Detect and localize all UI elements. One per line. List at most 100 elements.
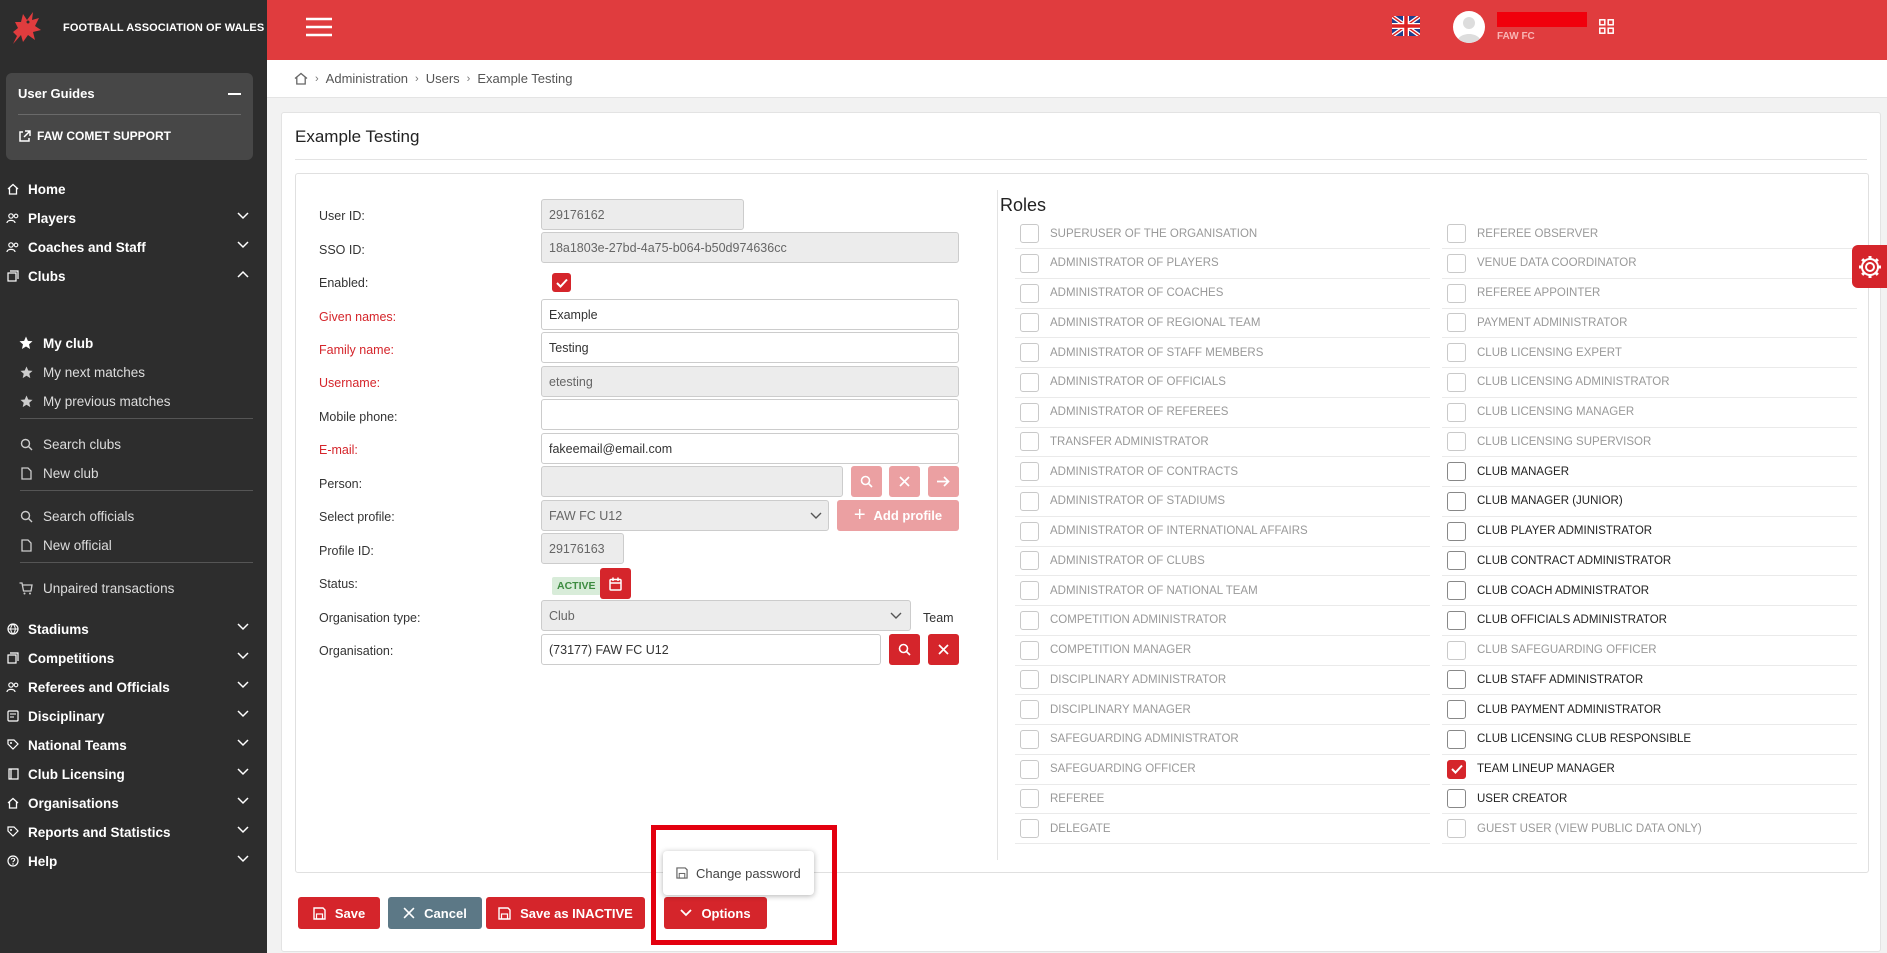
role-checkbox[interactable]: [1447, 521, 1466, 541]
role-row[interactable]: CLUB LICENSING MANAGER: [1442, 398, 1857, 428]
role-row[interactable]: ADMINISTRATOR OF INTERNATIONAL AFFAIRS: [1015, 517, 1430, 547]
role-row[interactable]: DISCIPLINARY ADMINISTRATOR: [1015, 665, 1430, 696]
role-row[interactable]: VENUE DATA COORDINATOR: [1442, 249, 1857, 279]
breadcrumb-users[interactable]: Users: [426, 71, 460, 86]
role-checkbox[interactable]: [1020, 402, 1039, 422]
hamburger-menu-icon[interactable]: [306, 17, 332, 37]
role-checkbox[interactable]: [1020, 253, 1039, 273]
role-checkbox[interactable]: [1447, 253, 1466, 273]
sidebar-sub-previous-matches[interactable]: My previous matches: [0, 386, 267, 416]
role-checkbox[interactable]: [1447, 343, 1466, 362]
role-row[interactable]: ADMINISTRATOR OF OFFICIALS: [1015, 368, 1430, 398]
role-row[interactable]: CLUB CONTRACT ADMINISTRATOR: [1442, 546, 1857, 577]
role-row[interactable]: COMPETITION MANAGER: [1015, 636, 1430, 666]
role-checkbox[interactable]: [1020, 283, 1039, 303]
role-row[interactable]: CLUB MANAGER (JUNIOR): [1442, 487, 1857, 517]
role-checkbox[interactable]: [1020, 432, 1039, 452]
role-row[interactable]: CLUB LICENSING SUPERVISOR: [1442, 427, 1857, 458]
role-row[interactable]: ADMINISTRATOR OF STADIUMS: [1015, 487, 1430, 517]
profile-id-field[interactable]: 29176163: [541, 533, 624, 564]
sidebar-sub-new-club[interactable]: New club: [0, 458, 267, 488]
role-checkbox[interactable]: [1447, 640, 1466, 660]
cancel-button[interactable]: Cancel: [388, 897, 482, 929]
save-button[interactable]: Save: [298, 897, 380, 929]
role-checkbox[interactable]: [1447, 402, 1466, 422]
save-inactive-button[interactable]: Save as INACTIVE: [486, 897, 645, 929]
role-checkbox[interactable]: [1447, 610, 1466, 630]
role-checkbox[interactable]: [1447, 729, 1466, 749]
role-row[interactable]: CLUB OFFICIALS ADMINISTRATOR: [1442, 606, 1857, 636]
role-checkbox[interactable]: [1020, 491, 1039, 511]
sidebar-item-referees[interactable]: Referees and Officials: [0, 672, 267, 702]
role-checkbox[interactable]: [1020, 789, 1039, 809]
role-row[interactable]: PAYMENT ADMINISTRATOR: [1442, 308, 1857, 339]
role-checkbox[interactable]: [1447, 789, 1466, 809]
sidebar-item-competitions[interactable]: Competitions: [0, 643, 267, 673]
role-checkbox[interactable]: [1447, 224, 1466, 243]
breadcrumb-administration[interactable]: Administration: [326, 71, 408, 86]
sidebar-item-reports[interactable]: Reports and Statistics: [0, 817, 267, 847]
role-checkbox[interactable]: [1020, 700, 1039, 719]
organisation-clear-button[interactable]: [928, 634, 959, 665]
role-row[interactable]: ADMINISTRATOR OF PLAYERS: [1015, 249, 1430, 279]
sidebar-item-clubs[interactable]: Clubs: [0, 261, 267, 291]
profile-select[interactable]: FAW FC U12: [541, 500, 829, 531]
role-checkbox[interactable]: [1447, 313, 1466, 333]
role-row[interactable]: CLUB SAFEGUARDING OFFICER: [1442, 636, 1857, 666]
role-row[interactable]: TEAM LINEUP MANAGER: [1442, 755, 1857, 785]
sso-id-field[interactable]: 18a1803e-27bd-4a75-b064-b50d974636cc: [541, 232, 959, 263]
role-checkbox[interactable]: [1020, 372, 1039, 392]
sidebar-item-national-teams[interactable]: National Teams: [0, 730, 267, 760]
role-row[interactable]: TRANSFER ADMINISTRATOR: [1015, 427, 1430, 458]
role-row[interactable]: CLUB PAYMENT ADMINISTRATOR: [1442, 695, 1857, 725]
collapse-icon[interactable]: [228, 92, 241, 95]
sidebar-item-disciplinary[interactable]: Disciplinary: [0, 701, 267, 731]
role-row[interactable]: ADMINISTRATOR OF REFEREES: [1015, 398, 1430, 428]
sidebar-item-players[interactable]: Players: [0, 203, 267, 233]
sidebar-sub-new-official[interactable]: New official: [0, 530, 267, 560]
user-id-field[interactable]: 29176162: [541, 199, 744, 230]
dragon-logo-icon[interactable]: [9, 8, 43, 48]
role-row[interactable]: ADMINISTRATOR OF CONTRACTS: [1015, 457, 1430, 487]
status-calendar-button[interactable]: [600, 568, 631, 599]
family-name-field[interactable]: Testing: [541, 332, 959, 363]
support-link[interactable]: FAW COMET SUPPORT: [18, 115, 241, 157]
role-row[interactable]: CLUB LICENSING CLUB RESPONSIBLE: [1442, 725, 1857, 755]
role-row[interactable]: CLUB PLAYER ADMINISTRATOR: [1442, 517, 1857, 547]
role-row[interactable]: USER CREATOR: [1442, 784, 1857, 815]
role-checkbox[interactable]: [1447, 283, 1466, 303]
organisation-search-button[interactable]: [889, 634, 920, 665]
role-checkbox[interactable]: [1447, 670, 1466, 690]
given-names-field[interactable]: Example: [541, 299, 959, 330]
role-checkbox[interactable]: [1020, 521, 1039, 541]
mobile-field[interactable]: [541, 399, 959, 430]
role-checkbox[interactable]: [1020, 581, 1039, 600]
person-field[interactable]: [541, 466, 843, 497]
username-field[interactable]: etesting: [541, 366, 959, 397]
role-row[interactable]: REFEREE APPOINTER: [1442, 279, 1857, 309]
role-row[interactable]: CLUB MANAGER: [1442, 457, 1857, 487]
sidebar-sub-search-clubs[interactable]: Search clubs: [0, 429, 267, 459]
apps-grid-icon[interactable]: [1599, 19, 1614, 34]
add-profile-button[interactable]: + Add profile: [837, 500, 959, 531]
role-row[interactable]: DISCIPLINARY MANAGER: [1015, 695, 1430, 725]
settings-gear-button[interactable]: [1852, 245, 1887, 288]
role-row[interactable]: REFEREE: [1015, 784, 1430, 815]
avatar[interactable]: [1453, 11, 1485, 43]
role-row[interactable]: REFEREE OBSERVER: [1442, 219, 1857, 249]
role-checkbox[interactable]: [1020, 551, 1039, 571]
enabled-checkbox[interactable]: [552, 273, 571, 292]
role-checkbox[interactable]: [1020, 610, 1039, 630]
user-guides-header[interactable]: User Guides: [18, 73, 241, 115]
role-row[interactable]: CLUB COACH ADMINISTRATOR: [1442, 576, 1857, 606]
role-row[interactable]: SAFEGUARDING ADMINISTRATOR: [1015, 725, 1430, 755]
sidebar-item-organisations[interactable]: Organisations: [0, 788, 267, 818]
role-checkbox[interactable]: [1447, 491, 1466, 511]
role-row[interactable]: CLUB LICENSING EXPERT: [1442, 338, 1857, 368]
role-checkbox[interactable]: [1447, 759, 1466, 779]
role-checkbox[interactable]: [1447, 551, 1466, 571]
role-row[interactable]: SUPERUSER OF THE ORGANISATION: [1015, 219, 1430, 249]
role-row[interactable]: ADMINISTRATOR OF REGIONAL TEAM: [1015, 308, 1430, 339]
role-checkbox[interactable]: [1447, 581, 1466, 600]
role-row[interactable]: GUEST USER (VIEW PUBLIC DATA ONLY): [1442, 814, 1857, 844]
